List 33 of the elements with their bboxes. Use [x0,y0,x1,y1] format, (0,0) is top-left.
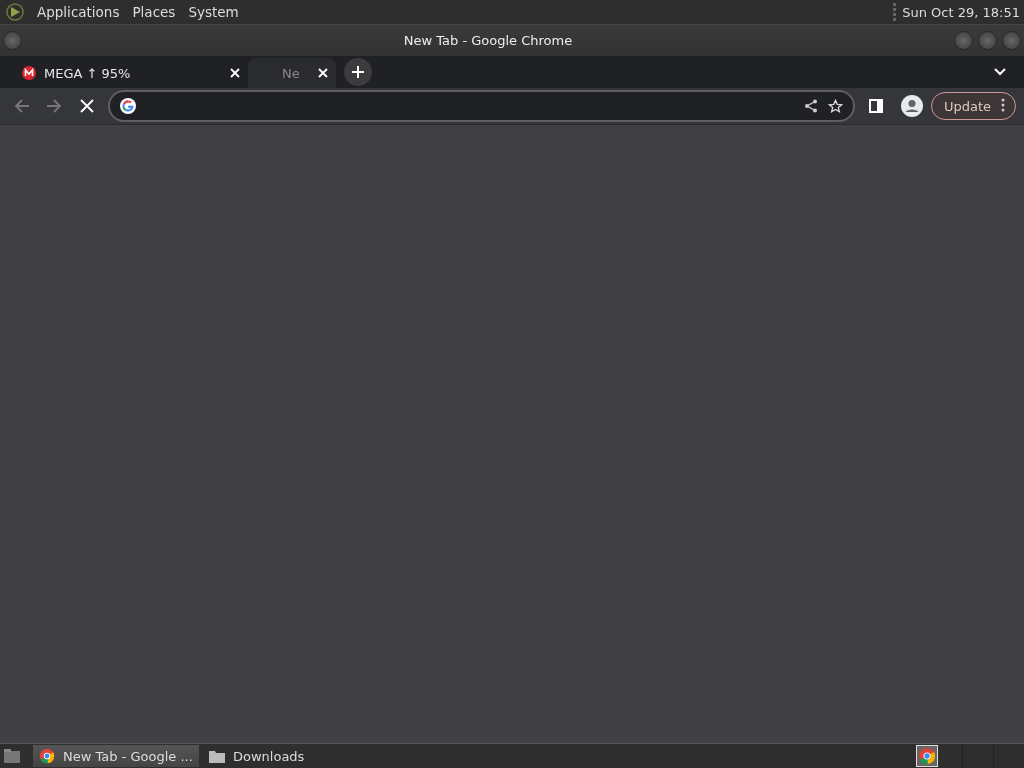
menu-item[interactable]: Places [132,4,176,20]
share-icon[interactable] [803,99,818,113]
close-icon[interactable] [230,68,240,78]
stop-icon[interactable] [80,99,94,113]
star-icon[interactable] [827,98,843,114]
tab-title: Ne [282,65,301,81]
side-panel-icon[interactable] [868,99,883,113]
forward-icon[interactable] [46,98,62,114]
menu-item[interactable]: System [188,4,239,20]
panel-handle [893,3,897,21]
show-desktop-icon[interactable] [3,748,21,764]
new-tab-button[interactable] [344,57,372,86]
plus-icon [351,64,365,79]
taskbar-button[interactable]: New Tab - Google ... [33,745,199,767]
browser-tab[interactable]: Ne [248,58,336,88]
clock-text: Sun Oct 29, 18:51 [902,4,1020,20]
menu-logo-icon[interactable] [6,3,24,21]
more-icon [1001,97,1005,112]
chrome-icon[interactable] [916,745,938,767]
taskbar-button[interactable]: Downloads [203,745,369,767]
menu-item[interactable]: Applications [37,4,120,20]
profile-icon[interactable] [900,95,923,117]
back-icon[interactable] [14,98,30,114]
browser-tab[interactable]: MEGA ↑ 95% [8,58,248,88]
tab-title: MEGA ↑ 95% [44,65,132,81]
close-icon[interactable] [318,68,328,78]
google-icon [120,98,136,114]
mega-icon [22,66,36,80]
tab-search-icon[interactable] [994,68,1006,76]
update-button[interactable]: Update [930,92,1016,120]
folder-icon [209,749,225,763]
chrome-icon [39,748,55,764]
window-title: New Tab - Google Chrome [402,33,574,48]
